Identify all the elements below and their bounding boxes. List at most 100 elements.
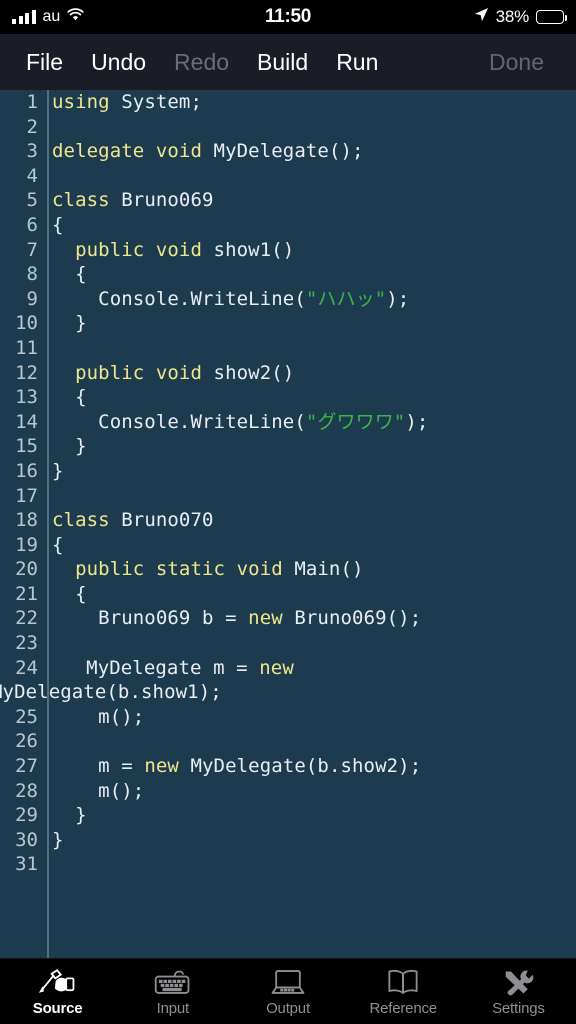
tab-source[interactable]: Source bbox=[0, 959, 115, 1024]
code-line[interactable]: 31 bbox=[0, 852, 576, 877]
keyboard-icon bbox=[153, 967, 193, 997]
line-content[interactable]: using System; bbox=[40, 90, 576, 115]
code-editor[interactable]: 1 using System; 2 3 delegate void MyDelegate… bbox=[0, 90, 576, 958]
code-line[interactable]: 18 class Bruno070 bbox=[0, 508, 576, 533]
code-line[interactable]: 19 { bbox=[0, 533, 576, 558]
code-line[interactable]: 29 } bbox=[0, 803, 576, 828]
tab-reference[interactable]: Reference bbox=[346, 959, 461, 1024]
line-content[interactable]: { bbox=[40, 385, 576, 410]
code-line[interactable]: 13 { bbox=[0, 385, 576, 410]
line-number: 28 bbox=[15, 779, 38, 802]
code-line[interactable]: 6{ bbox=[0, 213, 576, 238]
code-line[interactable]: 2 bbox=[0, 115, 576, 140]
code-line[interactable]: 11 bbox=[0, 336, 576, 361]
line-number: 18 bbox=[15, 509, 38, 532]
code-line[interactable]: 14 Console.WriteLine("グワワワ"); bbox=[0, 410, 576, 435]
location-arrow-icon bbox=[474, 7, 489, 27]
open-book-icon bbox=[383, 967, 423, 997]
line-number: 21 bbox=[15, 582, 38, 605]
undo-button[interactable]: Undo bbox=[91, 49, 146, 76]
battery-icon bbox=[536, 10, 568, 24]
code-line[interactable]: 4 bbox=[0, 164, 576, 189]
code-line[interactable]: 8 { bbox=[0, 262, 576, 287]
code-line[interactable]: 17 bbox=[0, 484, 576, 509]
line-content[interactable]: } bbox=[40, 803, 576, 828]
line-content[interactable]: class Bruno069 bbox=[40, 188, 576, 213]
line-content[interactable]: m(); bbox=[40, 705, 576, 730]
line-content[interactable]: Bruno069 b = new Bruno069(); bbox=[40, 606, 576, 631]
code-line[interactable]: 16} bbox=[0, 459, 576, 484]
code-line[interactable]: 3 delegate void MyDelegate(); bbox=[0, 139, 576, 164]
line-content[interactable]: m = new MyDelegate(b.show2); bbox=[40, 754, 576, 779]
code-line[interactable]: 24 MyDelegate m = new MyDelegate(b.show1… bbox=[0, 656, 576, 705]
tab-label: Source bbox=[32, 999, 83, 1017]
code-token-txt: show2() bbox=[202, 361, 295, 384]
code-token-txt: Console.WriteLine( bbox=[52, 287, 306, 310]
code-line[interactable]: 27 m = new MyDelegate(b.show2); bbox=[0, 754, 576, 779]
status-bar: au 11:50 38% bbox=[0, 0, 576, 34]
code-line[interactable]: 23 bbox=[0, 631, 576, 656]
code-lines-container[interactable]: 1 using System; 2 3 delegate void MyDelegate… bbox=[0, 90, 576, 877]
code-token-txt: MyDelegate(b.show2); bbox=[178, 755, 422, 778]
code-line[interactable]: 5 class Bruno069 bbox=[0, 188, 576, 213]
redo-button[interactable]: Redo bbox=[174, 49, 229, 76]
line-content[interactable]: public void show1() bbox=[40, 238, 576, 263]
code-line[interactable]: 7 public void show1() bbox=[0, 238, 576, 263]
code-token-txt: { bbox=[52, 263, 87, 286]
code-line[interactable]: 28 m(); bbox=[0, 779, 576, 804]
code-line[interactable]: 12 public void show2() bbox=[0, 361, 576, 386]
code-token-txt: ); bbox=[405, 410, 429, 433]
line-content[interactable]: { bbox=[40, 533, 576, 558]
line-content[interactable]: public void show2() bbox=[40, 361, 576, 386]
line-content[interactable]: Console.WriteLine("ハハッ"); bbox=[40, 287, 576, 312]
line-number: 5 bbox=[26, 189, 38, 212]
line-content[interactable]: delegate void MyDelegate(); bbox=[40, 139, 576, 164]
run-button[interactable]: Run bbox=[336, 49, 378, 76]
code-line[interactable]: 21 { bbox=[0, 582, 576, 607]
line-content[interactable]: } bbox=[40, 828, 576, 853]
code-line[interactable]: 15 } bbox=[0, 434, 576, 459]
app-root: au 11:50 38% File Undo Redo Build Run Do… bbox=[0, 0, 576, 1024]
code-token-kw: class bbox=[52, 509, 110, 532]
code-line[interactable]: 26 bbox=[0, 729, 576, 754]
line-content[interactable]: } bbox=[40, 311, 576, 336]
line-content[interactable]: public static void Main() bbox=[40, 557, 576, 582]
line-number: 31 bbox=[15, 853, 38, 876]
code-line[interactable]: 22 Bruno069 b = new Bruno069(); bbox=[0, 606, 576, 631]
file-button[interactable]: File bbox=[26, 49, 63, 76]
line-content[interactable]: Console.WriteLine("グワワワ"); bbox=[40, 410, 576, 435]
line-number: 26 bbox=[15, 730, 38, 753]
code-line[interactable]: 25 m(); bbox=[0, 705, 576, 730]
line-number: 6 bbox=[26, 213, 38, 236]
line-content[interactable]: { bbox=[40, 582, 576, 607]
code-line[interactable]: 10 } bbox=[0, 311, 576, 336]
line-content[interactable]: m(); bbox=[40, 779, 576, 804]
line-content[interactable]: } bbox=[40, 459, 576, 484]
code-line[interactable]: 30} bbox=[0, 828, 576, 853]
code-token-kw: public static void bbox=[75, 558, 283, 581]
done-button[interactable]: Done bbox=[489, 49, 544, 76]
line-content[interactable]: MyDelegate m = new MyDelegate(b.show1); bbox=[0, 656, 576, 705]
code-line[interactable]: 1 using System; bbox=[0, 90, 576, 115]
code-line[interactable]: 20 public static void Main() bbox=[0, 557, 576, 582]
line-content[interactable]: class Bruno070 bbox=[40, 508, 576, 533]
code-token-txt: Main() bbox=[282, 558, 364, 581]
line-content[interactable]: } bbox=[40, 434, 576, 459]
tab-settings[interactable]: Settings bbox=[461, 959, 576, 1024]
line-content[interactable]: { bbox=[40, 213, 576, 238]
code-token-txt: Bruno069(); bbox=[282, 607, 422, 630]
line-number: 7 bbox=[26, 238, 38, 261]
line-content[interactable]: { bbox=[40, 262, 576, 287]
code-token-txt: System; bbox=[109, 91, 203, 113]
tab-output[interactable]: Output bbox=[230, 959, 345, 1024]
code-token-txt: } bbox=[52, 435, 87, 458]
build-button[interactable]: Build bbox=[257, 49, 308, 76]
tab-label: Output bbox=[266, 999, 310, 1017]
code-line[interactable]: 9 Console.WriteLine("ハハッ"); bbox=[0, 287, 576, 312]
code-token-str: "グワワワ" bbox=[305, 410, 406, 433]
tab-input[interactable]: Input bbox=[115, 959, 230, 1024]
tab-label: Settings bbox=[492, 999, 545, 1017]
